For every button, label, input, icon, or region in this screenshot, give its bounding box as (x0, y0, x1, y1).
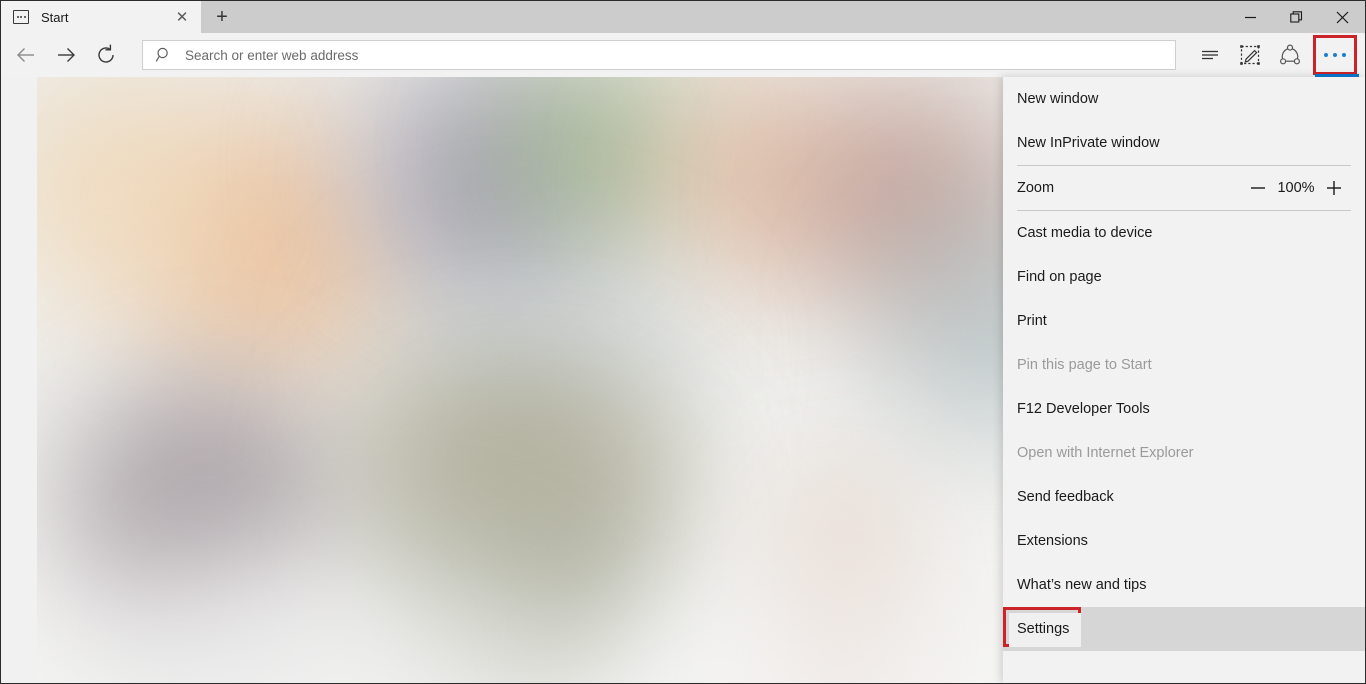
menu-item-zoom: Zoom 100% (1003, 166, 1365, 210)
more-menu-flyout: New window New InPrivate window Zoom 100% Ca… (1003, 77, 1365, 683)
web-note-icon[interactable] (1230, 33, 1270, 77)
menu-item-label: Settings (1017, 621, 1070, 637)
zoom-controls: 100% (1243, 173, 1349, 203)
window-controls (1227, 1, 1365, 33)
zoom-level-value: 100% (1277, 180, 1315, 196)
menu-item-label: Extensions (1017, 533, 1088, 549)
menu-item-f12-developer-tools[interactable]: F12 Developer Tools (1003, 387, 1365, 431)
menu-item-label: Send feedback (1017, 489, 1114, 505)
close-button[interactable] (1319, 1, 1365, 33)
menu-item-label: New window (1017, 91, 1099, 107)
more-icon[interactable] (1313, 35, 1357, 75)
blurred-page-thumbnail (37, 77, 1007, 683)
menu-item-label: Find on page (1017, 269, 1102, 285)
zoom-label: Zoom (1017, 180, 1055, 196)
menu-item-label: New InPrivate window (1017, 135, 1160, 151)
toolbar-buttons (1190, 33, 1365, 77)
menu-item-open-with-internet-explorer: Open with Internet Explorer (1003, 431, 1365, 475)
menu-item-new-window[interactable]: New window (1003, 77, 1365, 121)
zoom-in-button[interactable] (1319, 173, 1349, 203)
menu-item-label: F12 Developer Tools (1017, 401, 1150, 417)
minimize-button[interactable] (1227, 1, 1273, 33)
menu-item-label: Print (1017, 313, 1047, 329)
tab-bar: Start ✕ + (1, 1, 1365, 33)
address-bar[interactable] (142, 40, 1176, 70)
tab-bar-drag-region (243, 1, 1227, 33)
menu-item-settings[interactable]: Settings (1003, 607, 1365, 651)
menu-item-cast-media-to-device[interactable]: Cast media to device (1003, 211, 1365, 255)
menu-item-label: Cast media to device (1017, 225, 1153, 241)
tab-close-icon[interactable]: ✕ (171, 6, 193, 28)
restore-button[interactable] (1273, 1, 1319, 33)
back-button[interactable] (6, 35, 46, 75)
refresh-button[interactable] (86, 35, 126, 75)
start-page-icon (13, 10, 29, 24)
new-tab-button[interactable]: + (201, 1, 243, 33)
navigation-bar (1, 33, 1365, 77)
forward-button[interactable] (46, 35, 86, 75)
tab-title: Start (41, 9, 69, 25)
menu-item-extensions[interactable]: Extensions (1003, 519, 1365, 563)
zoom-out-button[interactable] (1243, 173, 1273, 203)
browser-window: Start ✕ + Search or enter web address Ne… (0, 0, 1366, 684)
menu-item-label: Pin this page to Start (1017, 357, 1152, 373)
menu-item-new-inprivate-window[interactable]: New InPrivate window (1003, 121, 1365, 165)
menu-item-pin-this-page-to-start: Pin this page to Start (1003, 343, 1365, 387)
search-icon (155, 46, 173, 64)
content-veil (37, 77, 1007, 683)
more-button-wrapper (1310, 33, 1362, 77)
menu-item-label: What’s new and tips (1017, 577, 1147, 593)
menu-item-send-feedback[interactable]: Send feedback (1003, 475, 1365, 519)
menu-item-whats-new-and-tips[interactable]: What’s new and tips (1003, 563, 1365, 607)
reading-view-icon[interactable] (1190, 33, 1230, 77)
menu-item-find-on-page[interactable]: Find on page (1003, 255, 1365, 299)
share-icon[interactable] (1270, 33, 1310, 77)
browser-tab-start[interactable]: Start ✕ (1, 1, 201, 33)
search-input[interactable] (185, 47, 1175, 63)
menu-item-label: Open with Internet Explorer (1017, 445, 1194, 461)
menu-item-print[interactable]: Print (1003, 299, 1365, 343)
